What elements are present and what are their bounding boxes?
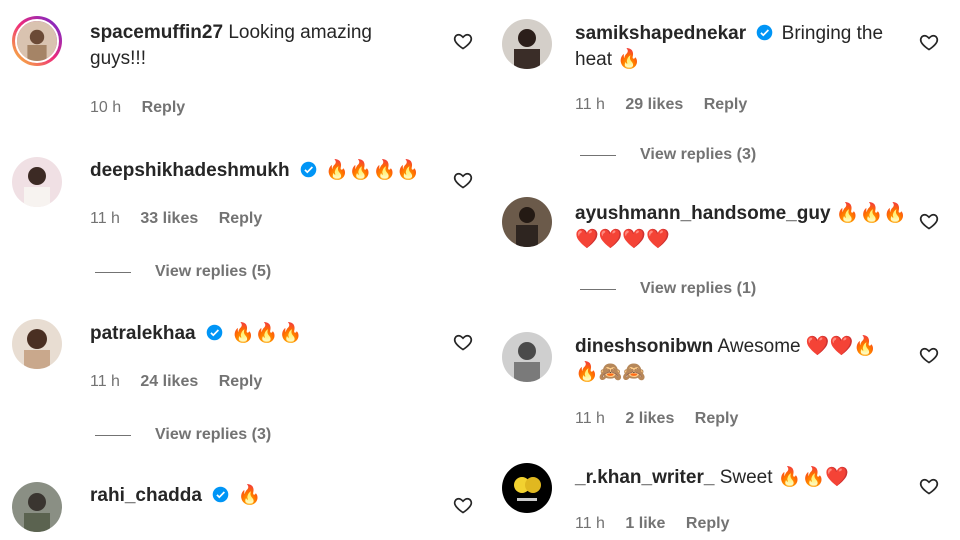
like-heart-icon[interactable]: [919, 211, 939, 231]
reply-button[interactable]: Reply: [219, 210, 263, 227]
like-heart-icon[interactable]: [453, 170, 473, 190]
comment-text: 🔥🔥🔥: [231, 323, 303, 344]
comments-column-right: samikshapednekar Bringing the heat 🔥 11 …: [480, 0, 960, 540]
comment-username[interactable]: _r.khan_writer_: [575, 467, 714, 488]
view-replies-button[interactable]: View replies (3): [95, 426, 271, 444]
likes-count[interactable]: 33 likes: [140, 210, 198, 227]
reply-button[interactable]: Reply: [219, 373, 263, 390]
comment-time: 11 h: [90, 210, 120, 227]
comment-text: 🔥🔥🔥🔥: [325, 160, 420, 181]
verified-badge-icon: [300, 161, 317, 178]
comment-time: 10 h: [90, 99, 122, 116]
comment-username[interactable]: deepshikhadeshmukh: [90, 160, 290, 181]
avatar[interactable]: [502, 19, 552, 69]
avatar[interactable]: [12, 482, 62, 532]
comments-column-left: spacemuffin27 Looking amazing guys!!! 10…: [0, 0, 480, 540]
view-replies-button[interactable]: View replies (1): [580, 280, 756, 298]
comment-username[interactable]: spacemuffin27: [90, 22, 223, 43]
reply-button[interactable]: Reply: [686, 515, 730, 532]
likes-count[interactable]: 1 like: [625, 515, 665, 532]
reply-button[interactable]: Reply: [695, 410, 739, 427]
verified-badge-icon: [206, 324, 223, 341]
verified-badge-icon: [757, 24, 773, 41]
likes-count[interactable]: 2 likes: [625, 410, 674, 427]
like-heart-icon[interactable]: [919, 32, 939, 52]
comment-time: 11 h: [575, 410, 605, 427]
comment-time: 11 h: [575, 515, 605, 532]
comment-time: 11 h: [90, 373, 120, 390]
reply-button[interactable]: Reply: [142, 99, 186, 116]
verified-badge-icon: [212, 486, 229, 503]
view-replies-label: View replies (5): [155, 263, 272, 280]
comment-time: 11 h: [575, 96, 605, 113]
likes-count[interactable]: 29 likes: [625, 96, 683, 113]
like-heart-icon[interactable]: [919, 476, 939, 496]
comment-text: Sweet 🔥🔥❤️: [719, 467, 849, 488]
view-replies-button[interactable]: View replies (5): [95, 263, 271, 281]
view-replies-label: View replies (1): [640, 280, 757, 297]
avatar[interactable]: [12, 319, 62, 369]
like-heart-icon[interactable]: [453, 495, 473, 515]
view-replies-button[interactable]: View replies (3): [580, 146, 756, 164]
comment-username[interactable]: rahi_chadda: [90, 485, 202, 506]
view-replies-label: View replies (3): [640, 146, 757, 163]
like-heart-icon[interactable]: [453, 332, 473, 352]
avatar[interactable]: [502, 197, 552, 247]
avatar[interactable]: [502, 463, 552, 513]
comment-username[interactable]: patralekhaa: [90, 323, 196, 344]
comment-username[interactable]: dineshsonibwn: [575, 336, 713, 357]
reply-button[interactable]: Reply: [704, 96, 748, 113]
comment-username[interactable]: samikshapednekar: [575, 23, 746, 44]
comment-username[interactable]: ayushmann_handsome_guy: [575, 203, 831, 224]
avatar[interactable]: [12, 16, 62, 66]
like-heart-icon[interactable]: [919, 345, 939, 365]
view-replies-label: View replies (3): [155, 426, 272, 443]
comment-text: 🔥: [237, 485, 262, 506]
like-heart-icon[interactable]: [453, 31, 473, 51]
avatar[interactable]: [502, 332, 552, 382]
avatar[interactable]: [12, 157, 62, 207]
likes-count[interactable]: 24 likes: [140, 373, 198, 390]
